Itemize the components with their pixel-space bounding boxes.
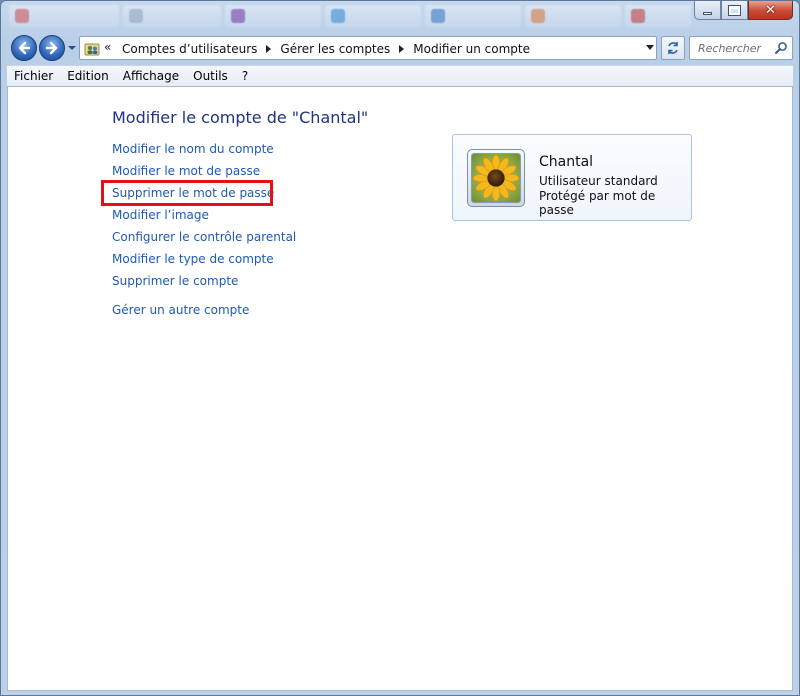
close-icon: ✕: [765, 2, 776, 18]
task-link-change-account-type[interactable]: Modifier le type de compte: [112, 251, 296, 273]
breadcrumb: Comptes d’utilisateurs Gérer les comptes…: [120, 42, 532, 56]
refresh-icon: [668, 42, 678, 54]
menu-fichier[interactable]: Fichier: [7, 66, 60, 86]
taskbar-ghost-tab: [9, 5, 119, 27]
users-folder-icon: [84, 43, 100, 56]
task-link-rename[interactable]: Modifier le nom du compte: [112, 141, 296, 163]
content-pane: Modifier le compte de "Chantal" Modifier…: [7, 87, 793, 691]
title-bar: [1, 1, 691, 33]
menu-bar: Fichier Edition Affichage Outils ?: [7, 65, 793, 87]
maximize-icon: [728, 4, 741, 16]
address-dropdown-icon[interactable]: [646, 45, 654, 50]
user-account-card: Chantal Utilisateur standard Protégé par…: [452, 134, 692, 221]
task-link-change-picture[interactable]: Modifier l’image: [112, 207, 296, 229]
history-dropdown-icon[interactable]: [67, 43, 77, 53]
search-box: [689, 36, 793, 60]
minimize-icon: [703, 11, 712, 15]
menu-edition[interactable]: Edition: [60, 66, 116, 86]
taskbar-ghost-tab: [425, 5, 521, 27]
task-link-delete-account[interactable]: Supprimer le compte: [112, 273, 296, 295]
menu-help[interactable]: ?: [235, 66, 255, 86]
arrow-left-icon: [18, 41, 31, 55]
taskbar-ghost-tab: [123, 5, 221, 27]
taskbar-ghost-tab: [525, 5, 621, 27]
user-password-status: Protégé par mot de passe: [539, 189, 656, 217]
avatar: [467, 149, 525, 207]
taskbar-ghost-tab: [325, 5, 421, 27]
breadcrumb-arrow-icon[interactable]: [399, 45, 405, 53]
explorer-window: ✕ « Comptes d’utilisateurs Gérer les com…: [0, 0, 800, 696]
navigation-bar: « Comptes d’utilisateurs Gérer les compt…: [1, 33, 799, 63]
breadcrumb-item[interactable]: Modifier un compte: [411, 42, 532, 56]
breadcrumb-item[interactable]: Comptes d’utilisateurs: [120, 42, 259, 56]
forward-button[interactable]: [39, 35, 65, 61]
task-link-manage-other-account[interactable]: Gérer un autre compte: [112, 302, 296, 324]
menu-outils[interactable]: Outils: [186, 66, 235, 86]
user-account-type: Utilisateur standard: [539, 174, 658, 188]
search-input[interactable]: [690, 37, 774, 59]
back-button[interactable]: [11, 35, 37, 61]
search-icon[interactable]: [774, 41, 788, 55]
taskbar-ghost-tab: [225, 5, 321, 27]
task-link-parental-control[interactable]: Configurer le contrôle parental: [112, 229, 296, 251]
close-button[interactable]: ✕: [748, 1, 793, 20]
highlight-box: [101, 180, 273, 206]
breadcrumb-overflow-button[interactable]: «: [104, 40, 111, 54]
arrow-right-icon: [45, 41, 58, 55]
address-bar[interactable]: « Comptes d’utilisateurs Gérer les compt…: [79, 36, 657, 60]
breadcrumb-arrow-icon[interactable]: [266, 45, 272, 53]
taskbar-ghost-tab: [625, 5, 691, 27]
maximize-button[interactable]: [721, 1, 748, 20]
menu-affichage[interactable]: Affichage: [116, 66, 186, 86]
task-list: Modifier le nom du compte Modifier le mo…: [112, 141, 296, 324]
caption-buttons: ✕: [694, 1, 793, 20]
sunflower-image: [472, 154, 520, 202]
refresh-button[interactable]: [661, 36, 685, 60]
user-name: Chantal: [539, 154, 594, 170]
breadcrumb-item[interactable]: Gérer les comptes: [278, 42, 392, 56]
minimize-button[interactable]: [694, 1, 721, 20]
page-title: Modifier le compte de "Chantal": [112, 108, 369, 127]
